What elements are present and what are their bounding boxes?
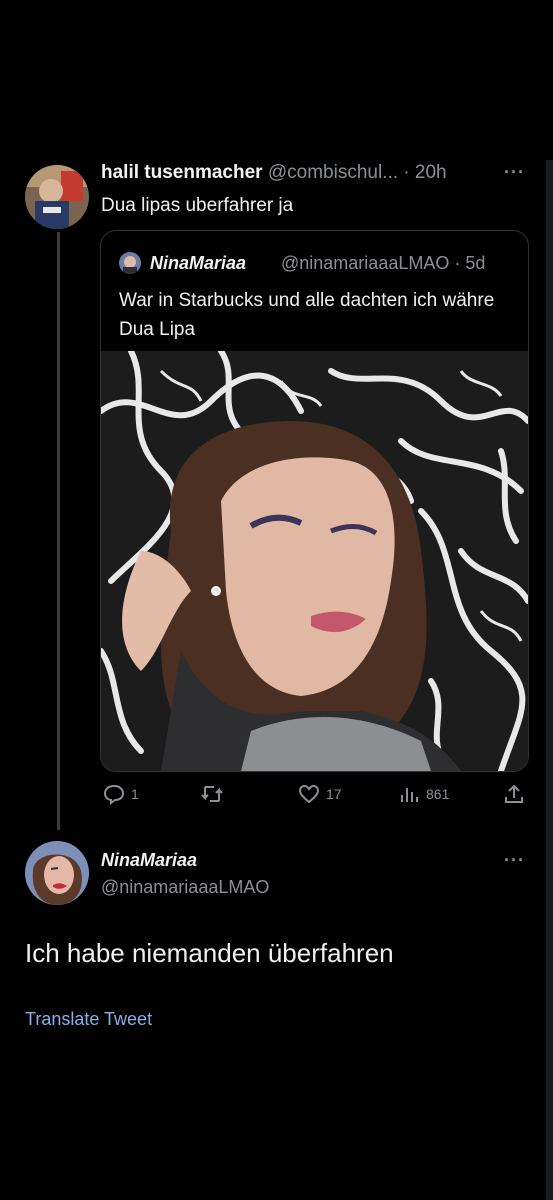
views-button[interactable]: 861 xyxy=(398,783,449,805)
thread-line xyxy=(57,232,60,830)
quoted-avatar xyxy=(119,252,141,274)
reply-icon xyxy=(103,784,125,805)
tweet1-author-name[interactable]: halil tusenmacher xyxy=(101,162,263,183)
translate-tweet-link[interactable]: Translate Tweet xyxy=(25,1009,152,1030)
like-icon xyxy=(298,784,320,804)
tweet1-header: halil tusenmacher @combischul... · 20h xyxy=(101,162,447,184)
retweet-button[interactable] xyxy=(200,783,230,805)
tweet1-timestamp[interactable]: · 20h xyxy=(403,162,446,183)
tweet1-more-icon[interactable]: ··· xyxy=(504,162,525,183)
reply-button[interactable]: 1 xyxy=(103,783,139,805)
reply-author-handle[interactable]: @ninamariaaaLMAO xyxy=(101,877,269,898)
reply-tweet-text: Ich habe niemanden überfahren xyxy=(25,938,394,968)
share-icon xyxy=(505,784,523,803)
quoted-author-name: NinaMariaa xyxy=(150,253,247,273)
reply-more-icon[interactable]: ··· xyxy=(504,850,525,871)
share-button[interactable] xyxy=(503,783,525,805)
scroll-edge xyxy=(546,160,553,1200)
avatar-ninamariaa[interactable] xyxy=(25,841,89,905)
quoted-tweet-card[interactable]: NinaMariaa @ninamariaaaLMAO · 5d War in … xyxy=(100,230,529,772)
tweet1-author-handle[interactable]: @combischul... xyxy=(268,162,398,183)
views-count: 861 xyxy=(426,786,450,802)
views-icon xyxy=(401,788,418,802)
like-button[interactable]: 17 xyxy=(298,783,342,805)
avatar-halil[interactable] xyxy=(25,165,89,229)
like-count: 17 xyxy=(326,786,342,802)
reply-author-name[interactable]: NinaMariaa xyxy=(101,850,197,871)
retweet-icon xyxy=(201,786,223,802)
quoted-author-handle: @ninamariaaaLMAO · 5d xyxy=(281,253,486,273)
tweet1-text: Dua lipas uberfahrer ja xyxy=(101,195,294,216)
quoted-tweet-photo[interactable] xyxy=(101,348,528,771)
reply-count: 1 xyxy=(131,786,139,802)
quoted-tweet-text: War in Starbucks und alle dachten ich wä… xyxy=(119,290,495,340)
